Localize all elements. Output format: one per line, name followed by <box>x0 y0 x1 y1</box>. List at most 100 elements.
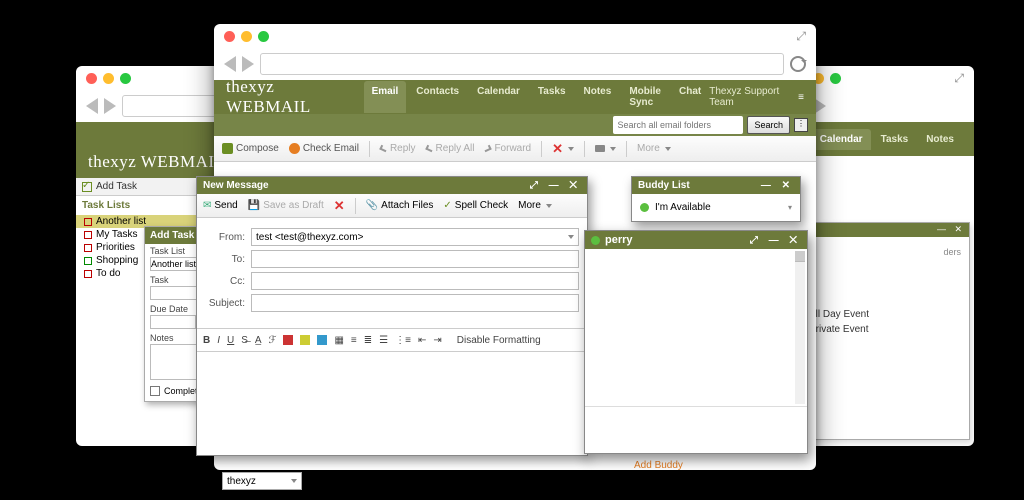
tab-tasks[interactable]: Tasks <box>530 81 574 113</box>
tab-notes[interactable]: Notes <box>918 129 962 150</box>
image-button[interactable]: ▦ <box>334 335 343 346</box>
more-button[interactable]: More <box>518 200 552 211</box>
underline-button[interactable]: U <box>227 335 234 346</box>
close-icon[interactable] <box>224 31 235 42</box>
forward-button[interactable]: Forward <box>484 143 531 154</box>
ordered-list-button[interactable]: ☰ <box>379 335 388 346</box>
disable-formatting-link[interactable]: Disable Formatting <box>457 335 541 346</box>
spell-button[interactable]: ✓Spell Check <box>443 200 508 211</box>
team-name: Thexyz Support Team <box>709 86 792 108</box>
chat-input[interactable] <box>585 407 807 455</box>
panel-header[interactable]: New Message ⤢ — ✕ <box>197 177 587 194</box>
font-button[interactable]: A̲ <box>255 335 262 346</box>
window-controls-icon[interactable]: ⤢ — ✕ <box>750 235 801 246</box>
zoom-icon[interactable] <box>258 31 269 42</box>
expand-icon[interactable]: ⤢ <box>796 29 806 44</box>
panel-title: New Message <box>203 180 269 191</box>
check-icon <box>82 182 92 192</box>
list-label: To do <box>96 268 120 279</box>
back-icon[interactable] <box>86 98 98 114</box>
color-red-button[interactable] <box>283 335 293 345</box>
attach-button[interactable]: 📎Attach Files <box>366 200 434 211</box>
delete-button[interactable]: ✕ <box>552 141 574 157</box>
color-yellow-button[interactable] <box>300 335 310 345</box>
tab-calendar[interactable]: Calendar <box>469 81 528 113</box>
url-bar[interactable] <box>260 53 784 75</box>
zoom-icon[interactable] <box>830 73 841 84</box>
zoom-icon[interactable] <box>120 73 131 84</box>
back-icon[interactable] <box>224 56 236 72</box>
print-button[interactable] <box>595 145 616 152</box>
tab-notes[interactable]: Notes <box>576 81 620 113</box>
expand-icon[interactable]: ⤢ <box>954 71 964 86</box>
search-options-icon[interactable]: ⋮ <box>794 118 808 132</box>
align-left-button[interactable]: ≡ <box>351 335 357 346</box>
chat-title: perry <box>605 234 633 246</box>
panel-header[interactable]: perry ⤢ — ✕ <box>585 231 807 249</box>
italic-button[interactable]: I <box>217 335 220 346</box>
menu-icon[interactable]: ≡ <box>798 92 804 103</box>
reply-all-button[interactable]: Reply All <box>426 143 475 154</box>
due-date-input[interactable] <box>150 315 196 329</box>
toolbar-label: Attach Files <box>381 200 433 211</box>
panel-title: Buddy List <box>638 180 690 191</box>
toolbar-label: Forward <box>494 143 531 154</box>
tab-mobile-sync[interactable]: Mobile Sync <box>621 81 669 113</box>
tab-calendar[interactable]: Calendar <box>812 129 871 150</box>
from-select[interactable]: test <test@thexyz.com> <box>251 228 579 246</box>
x-icon: ✕ <box>334 198 345 214</box>
from-value: test <test@thexyz.com> <box>256 232 363 243</box>
message-editor[interactable] <box>197 352 587 452</box>
discard-button[interactable]: ✕ <box>334 198 345 214</box>
refresh-icon <box>289 143 300 154</box>
window-controls-icon[interactable]: — ✕ <box>761 180 794 191</box>
to-input[interactable] <box>251 250 579 268</box>
scrollbar[interactable] <box>795 251 805 404</box>
add-task-label: Add Task <box>96 181 137 192</box>
indent-button[interactable]: ⇥ <box>433 335 441 346</box>
buddy-status-row[interactable]: I'm Available ▾ <box>632 194 800 221</box>
separator <box>626 141 627 157</box>
reply-button[interactable]: Reply <box>380 143 416 154</box>
cc-input[interactable] <box>251 272 579 290</box>
outdent-button[interactable]: ⇤ <box>418 335 426 346</box>
minimize-icon[interactable] <box>241 31 252 42</box>
compose-button[interactable]: Compose <box>222 143 279 154</box>
link-button[interactable] <box>317 335 327 345</box>
reload-icon[interactable] <box>790 56 806 72</box>
tab-contacts[interactable]: Contacts <box>408 81 467 113</box>
save-draft-button[interactable]: 💾Save as Draft <box>248 200 324 211</box>
search-button[interactable]: Search <box>747 116 790 134</box>
separator <box>584 141 585 157</box>
chevron-down-icon <box>610 147 616 151</box>
unordered-list-button[interactable]: ⋮≡ <box>395 335 411 346</box>
tab-tasks[interactable]: Tasks <box>873 129 917 150</box>
toolbar-label: Check Email <box>303 143 359 154</box>
bold-button[interactable]: B <box>203 335 210 346</box>
subject-label: Subject: <box>205 298 245 309</box>
add-buddy-link[interactable]: Add Buddy <box>634 460 683 471</box>
mail-toolbar: Compose Check Email Reply Reply All Forw… <box>214 136 816 162</box>
x-icon: ✕ <box>552 141 563 157</box>
search-input[interactable] <box>613 116 743 134</box>
clear-format-button[interactable]: ℱ <box>269 335 277 346</box>
account-select[interactable]: thexyz <box>222 472 302 490</box>
forward-icon[interactable] <box>104 98 116 114</box>
align-center-button[interactable]: ≣ <box>364 335 372 346</box>
minimize-icon[interactable] <box>103 73 114 84</box>
subject-input[interactable] <box>251 294 579 312</box>
send-button[interactable]: ✉Send <box>203 200 238 211</box>
forward-icon[interactable] <box>242 56 254 72</box>
check-email-button[interactable]: Check Email <box>289 143 359 154</box>
panel-header[interactable]: Buddy List — ✕ <box>632 177 800 194</box>
window-controls-icon[interactable]: — ✕ <box>937 224 965 235</box>
buddy-list-panel: Buddy List — ✕ I'm Available ▾ <box>631 176 801 222</box>
strike-button[interactable]: S̶ <box>241 335 248 346</box>
separator <box>541 141 542 157</box>
tab-email[interactable]: Email <box>364 81 407 113</box>
completed-checkbox[interactable] <box>150 386 160 396</box>
more-button[interactable]: More <box>637 143 671 154</box>
tab-chat[interactable]: Chat <box>671 81 709 113</box>
window-controls-icon[interactable]: ⤢ — ✕ <box>530 180 581 191</box>
close-icon[interactable] <box>86 73 97 84</box>
